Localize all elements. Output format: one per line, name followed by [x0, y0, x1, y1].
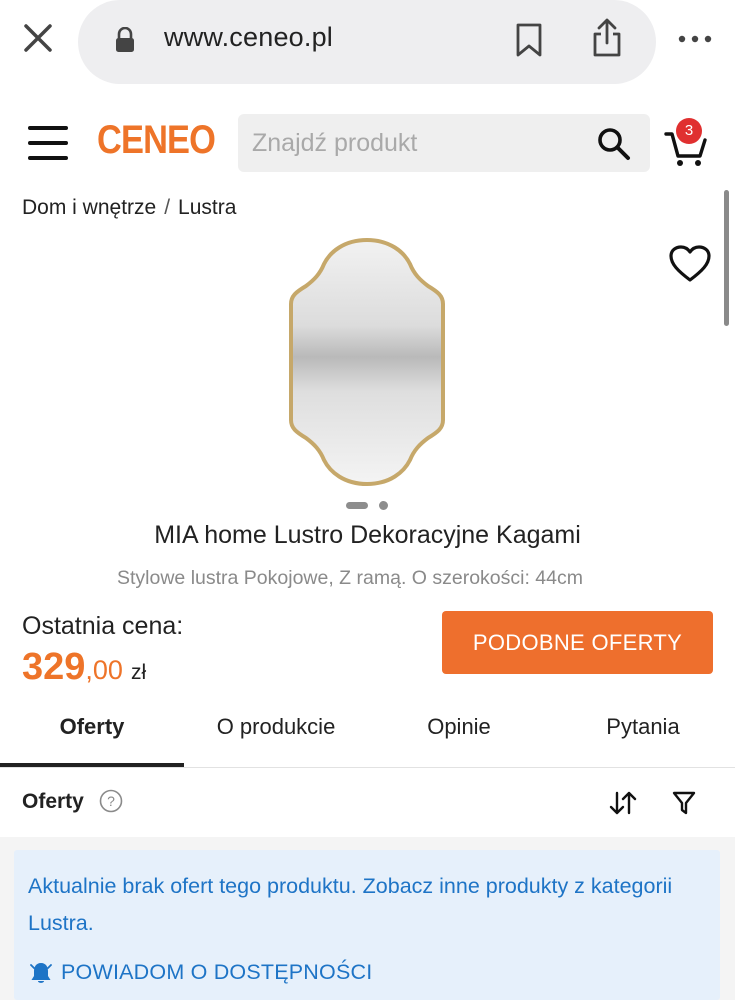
sort-icon[interactable]: [608, 790, 638, 816]
help-icon[interactable]: ?: [99, 789, 123, 813]
tab-oferty[interactable]: Oferty: [0, 714, 184, 740]
price-decimal: ,00: [85, 655, 123, 685]
product-subtitle: Stylowe lustra Pokojowe, Z ramą. O szero…: [117, 567, 583, 589]
search-icon[interactable]: [596, 126, 632, 162]
notify-availability-link[interactable]: POWIADOM O DOSTĘPNOŚCI: [61, 960, 372, 985]
breadcrumb-item-home[interactable]: Dom i wnętrze: [22, 196, 156, 219]
svg-text:?: ?: [107, 793, 115, 809]
price-integer: 329: [22, 646, 86, 688]
tab-opinie[interactable]: Opinie: [367, 714, 551, 740]
heart-icon[interactable]: [668, 244, 712, 284]
bell-icon[interactable]: [30, 961, 52, 985]
gallery-dot-active[interactable]: [346, 502, 368, 509]
product-image[interactable]: [284, 234, 450, 490]
search-input[interactable]: [252, 124, 582, 162]
url-text[interactable]: www.ceneo.pl: [164, 22, 333, 53]
similar-offers-button[interactable]: PODOBNE OFERTY: [442, 611, 713, 674]
gallery-dot[interactable]: [379, 501, 388, 510]
price-value: 329,00 zł: [22, 646, 146, 689]
breadcrumb-separator: /: [164, 196, 171, 219]
browser-toolbar: www.ceneo.pl: [0, 0, 735, 90]
active-tab-indicator: [0, 763, 184, 767]
bookmark-icon[interactable]: [514, 22, 544, 58]
cart-count-badge[interactable]: 3: [676, 118, 702, 144]
close-icon[interactable]: [20, 20, 56, 56]
filter-icon[interactable]: [672, 790, 696, 816]
breadcrumb-item-lustra[interactable]: Lustra: [178, 196, 236, 219]
price-label: Ostatnia cena:: [22, 612, 184, 640]
tab-o-produkcie[interactable]: O produkcie: [184, 714, 368, 740]
breadcrumb: Dom i wnętrze / Lustra: [22, 196, 236, 220]
ceneo-logo[interactable]: CENEO: [97, 118, 216, 163]
offers-title: Oferty: [22, 790, 84, 813]
share-icon[interactable]: [590, 18, 624, 58]
product-tabs: Oferty O produkcie Opinie Pytania: [0, 700, 735, 768]
scrollbar[interactable]: [724, 190, 729, 326]
search-box[interactable]: [238, 114, 650, 172]
gallery-pagination[interactable]: [346, 500, 396, 512]
tab-pytania[interactable]: Pytania: [551, 714, 735, 740]
no-offers-text[interactable]: Aktualnie brak ofert tego produktu. Zoba…: [28, 868, 698, 942]
menu-icon[interactable]: [28, 126, 68, 160]
product-title: MIA home Lustro Dekoracyjne Kagami: [154, 521, 581, 549]
lock-icon: [116, 27, 134, 52]
price-currency: zł: [130, 661, 147, 684]
more-icon[interactable]: [678, 34, 712, 44]
